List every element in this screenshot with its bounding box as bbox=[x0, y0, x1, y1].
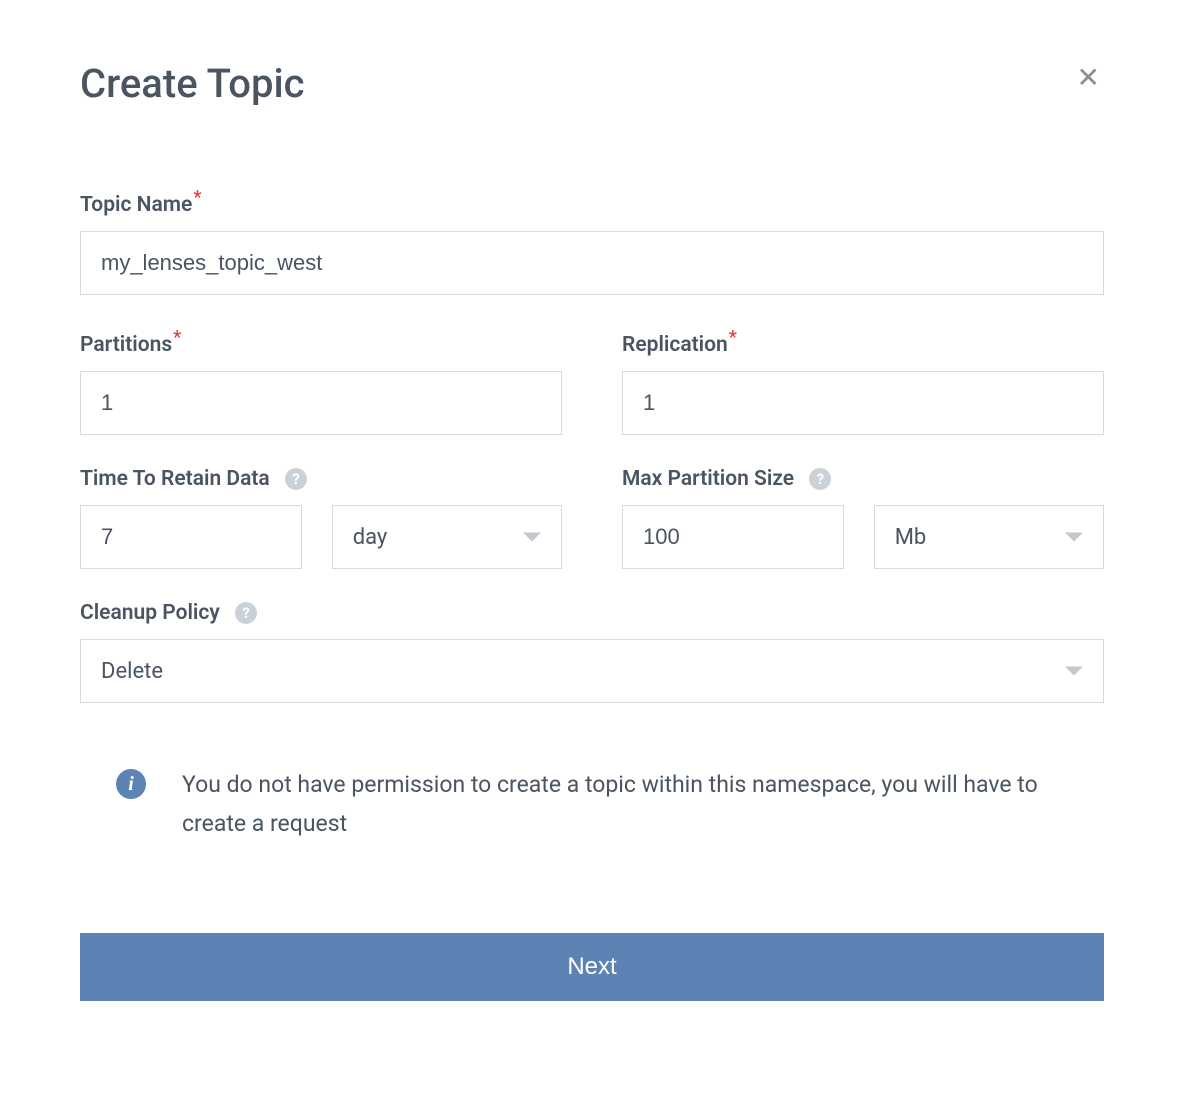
topic-name-label: Topic Name* bbox=[80, 187, 1104, 217]
time-to-retain-unit-value: day bbox=[353, 525, 388, 550]
cleanup-policy-label: Cleanup Policy ? bbox=[80, 601, 1104, 625]
replication-label-text: Replication bbox=[622, 333, 728, 357]
required-asterisk: * bbox=[173, 327, 181, 348]
replication-input[interactable] bbox=[622, 371, 1104, 435]
required-asterisk: * bbox=[729, 327, 737, 348]
info-icon: i bbox=[116, 769, 146, 799]
max-partition-size-unit-value: Mb bbox=[895, 525, 927, 550]
topic-name-label-text: Topic Name bbox=[80, 193, 192, 217]
time-to-retain-label-text: Time To Retain Data bbox=[80, 467, 270, 491]
chevron-down-icon bbox=[523, 533, 541, 542]
cleanup-policy-select[interactable]: Delete bbox=[80, 639, 1104, 703]
replication-label: Replication* bbox=[622, 327, 1104, 357]
topic-name-input[interactable] bbox=[80, 231, 1104, 295]
time-to-retain-label: Time To Retain Data ? bbox=[80, 467, 562, 491]
cleanup-policy-value: Delete bbox=[101, 659, 163, 684]
info-message-box: i You do not have permission to create a… bbox=[80, 735, 1104, 873]
partitions-label: Partitions* bbox=[80, 327, 562, 357]
dialog-title: Create Topic bbox=[80, 60, 305, 107]
help-icon[interactable]: ? bbox=[809, 468, 831, 490]
partitions-input[interactable] bbox=[80, 371, 562, 435]
chevron-down-icon bbox=[1065, 667, 1083, 676]
help-icon[interactable]: ? bbox=[285, 468, 307, 490]
max-partition-size-input[interactable] bbox=[622, 505, 844, 569]
max-partition-size-label: Max Partition Size ? bbox=[622, 467, 1104, 491]
time-to-retain-unit-select[interactable]: day bbox=[332, 505, 562, 569]
max-partition-size-unit-select[interactable]: Mb bbox=[874, 505, 1104, 569]
chevron-down-icon bbox=[1065, 533, 1083, 542]
close-icon[interactable]: ✕ bbox=[1073, 60, 1104, 96]
required-asterisk: * bbox=[193, 187, 201, 208]
next-button[interactable]: Next bbox=[80, 933, 1104, 1001]
info-message-text: You do not have permission to create a t… bbox=[182, 765, 1068, 843]
partitions-label-text: Partitions bbox=[80, 333, 172, 357]
max-partition-size-label-text: Max Partition Size bbox=[622, 467, 794, 491]
cleanup-policy-label-text: Cleanup Policy bbox=[80, 601, 220, 625]
help-icon[interactable]: ? bbox=[235, 602, 257, 624]
time-to-retain-input[interactable] bbox=[80, 505, 302, 569]
